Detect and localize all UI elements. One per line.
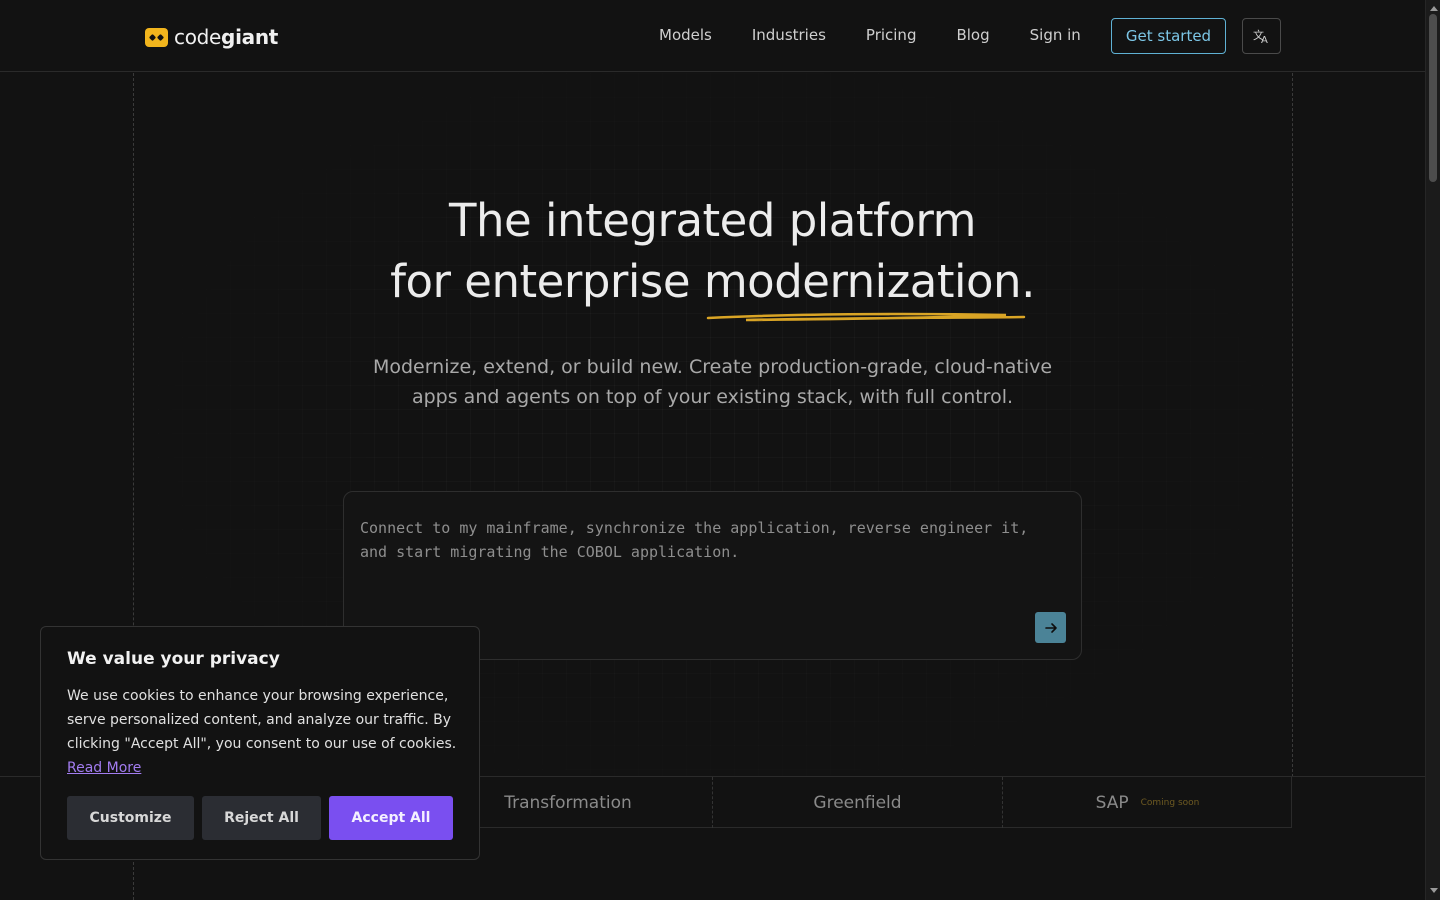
language-button[interactable]: 文 A [1242,18,1281,54]
prompt-input[interactable] [360,516,1060,576]
hero-title-accent: modernization. [703,251,1036,322]
scroll-up-arrow-icon[interactable] [1429,3,1438,12]
nav-industries[interactable]: Industries [752,26,826,44]
logo-text-light: code [174,25,222,49]
customize-button[interactable]: Customize [67,796,194,840]
cookie-consent-dialog: We value your privacy We use cookies to … [40,626,480,860]
hero-title: The integrated platform for enterprise m… [0,190,1425,322]
accept-all-button[interactable]: Accept All [329,796,453,840]
site-header: codegiant Models Industries Pricing Blog… [0,0,1425,72]
cookie-text: We use cookies to enhance your browsing … [67,684,457,780]
hero-subtitle-text: Modernize, extend, or build new. Create … [372,356,1053,408]
tab-greenfield-label: Greenfield [813,792,902,813]
scroll-down-arrow-icon[interactable] [1429,886,1438,895]
nav-blog[interactable]: Blog [956,26,989,44]
tab-sap-label: SAP [1095,792,1129,813]
reject-all-button[interactable]: Reject All [202,796,321,840]
translate-icon: 文 A [1253,28,1268,44]
hero-title-accent-text: modernization. [703,255,1036,308]
codegiant-logo[interactable]: codegiant [145,25,278,49]
tab-transformation-label: Transformation [504,792,632,813]
send-button[interactable] [1035,612,1066,643]
page-scrollbar[interactable] [1425,0,1440,900]
tab-sap[interactable]: SAP Coming soon [1002,777,1292,828]
cookie-title: We value your privacy [67,649,280,669]
brush-underline-icon [706,312,1026,322]
get-started-button[interactable]: Get started [1111,18,1226,54]
frame-right-divider [1292,73,1293,777]
arrow-right-icon [1044,622,1057,633]
hero-title-line2-prefix: for enterprise [390,255,704,308]
logo-text: codegiant [174,25,278,49]
main-nav: Models Industries Pricing Blog Sign in [659,26,1081,44]
nav-pricing[interactable]: Pricing [866,26,917,44]
coming-soon-badge: Coming soon [1140,797,1200,808]
hero-subtitle: Modernize, extend, or build new. Create … [0,352,1425,412]
nav-models[interactable]: Models [659,26,712,44]
cookie-body: We use cookies to enhance your browsing … [67,688,457,752]
svg-text:A: A [1261,35,1268,44]
nav-sign-in[interactable]: Sign in [1030,26,1081,44]
hero-title-line1: The integrated platform [449,194,976,247]
scroll-thumb[interactable] [1429,14,1437,182]
read-more-link[interactable]: Read More [67,760,141,776]
tab-greenfield[interactable]: Greenfield [712,777,1002,828]
logo-text-bold: giant [221,25,279,49]
logo-mark-icon [145,27,168,47]
